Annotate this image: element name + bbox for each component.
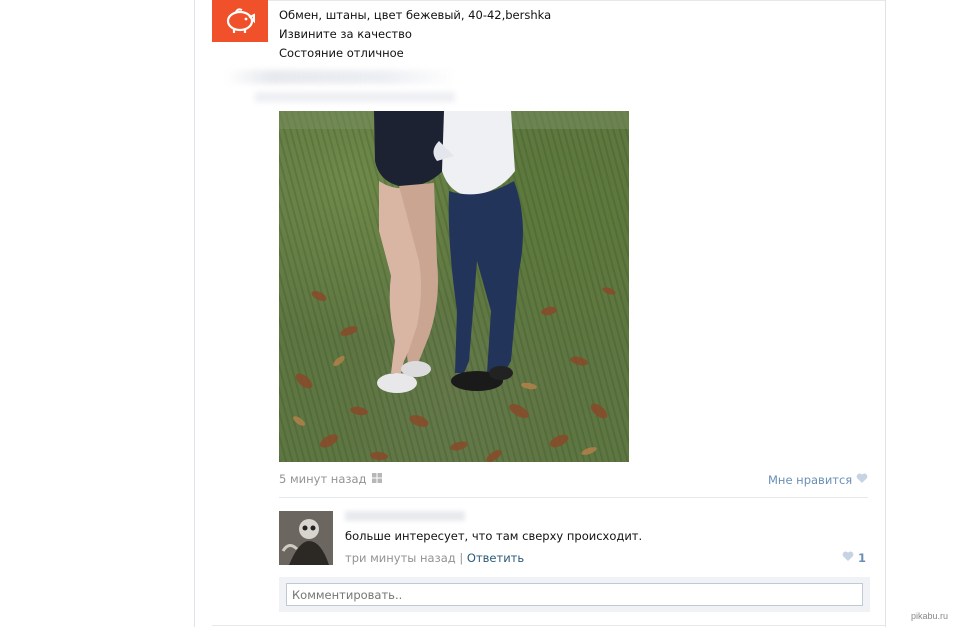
comment-avatar[interactable] <box>279 511 333 565</box>
reply-link[interactable]: Ответить <box>467 551 524 565</box>
comment-form <box>279 577 870 612</box>
post-text: Обмен, штаны, цвет бежевый, 40-42,bershk… <box>279 6 551 63</box>
like-count: 1 <box>858 551 867 565</box>
divider <box>279 497 868 498</box>
page-left-background <box>0 0 195 627</box>
meta-separator: | <box>459 551 464 565</box>
photo-content <box>279 111 629 462</box>
post-meta: 5 минут назад <box>279 472 383 486</box>
heart-icon <box>856 473 868 487</box>
post-like-button[interactable]: Мне нравится <box>768 473 868 487</box>
post-line: Обмен, штаны, цвет бежевый, 40-42,bershk… <box>279 8 552 22</box>
piggy-bank-icon <box>222 4 258 39</box>
avatar-image <box>279 511 333 565</box>
post-photo[interactable] <box>279 111 629 462</box>
comment-text: больше интересует, что там сверху происх… <box>345 529 643 543</box>
watermark: pikabu.ru <box>910 611 948 621</box>
post-line: Состояние отличное <box>279 46 404 60</box>
feed-divider <box>212 625 885 626</box>
windows-icon <box>372 472 383 486</box>
post-time[interactable]: 5 минут назад <box>279 472 366 486</box>
blurred-region <box>255 92 455 102</box>
feed-divider <box>212 0 885 1</box>
group-avatar[interactable] <box>212 0 268 42</box>
news-feed: Обмен, штаны, цвет бежевый, 40-42,bershk… <box>194 0 886 627</box>
comment-time[interactable]: три минуты назад <box>345 551 456 565</box>
comment-meta: три минуты назад | Ответить <box>345 551 524 565</box>
comment-input[interactable] <box>286 583 863 606</box>
like-label: Мне нравится <box>768 473 853 487</box>
comment-like-button[interactable]: 1 <box>842 551 866 565</box>
post-line: Извините за качество <box>279 27 412 41</box>
blurred-region <box>345 511 465 521</box>
blurred-region <box>225 70 455 84</box>
heart-icon <box>842 551 854 565</box>
